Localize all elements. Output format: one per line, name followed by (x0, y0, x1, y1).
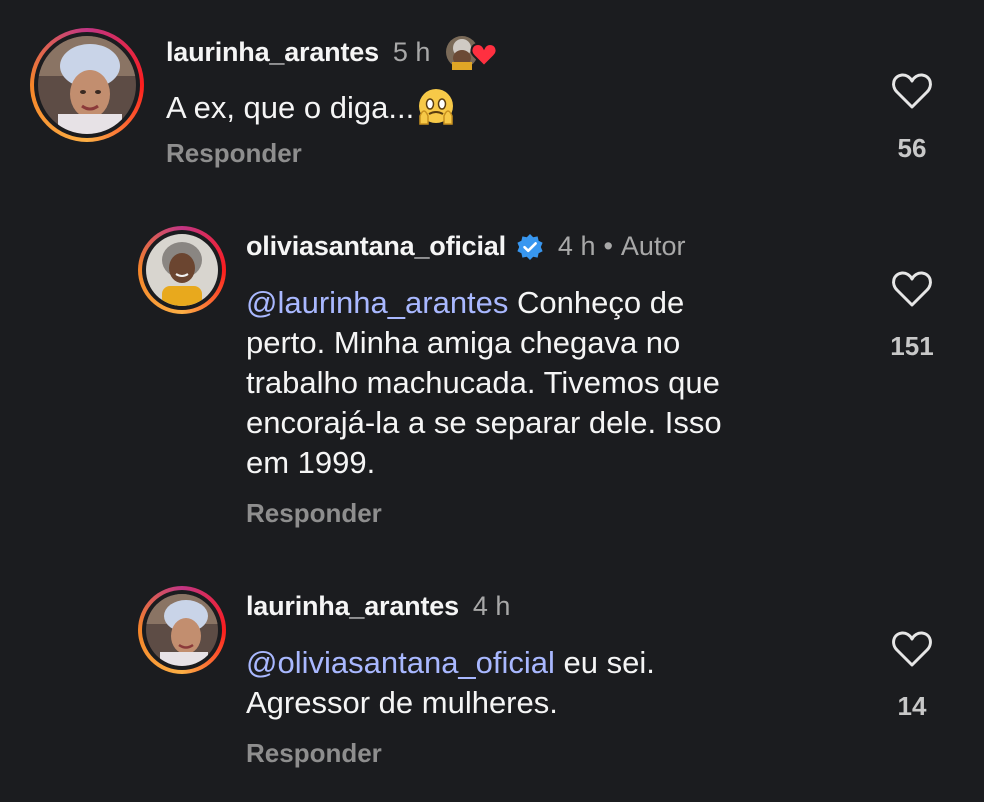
comment-text: @oliviasantana_oficial eu sei. Agressor … (246, 645, 655, 720)
like-count: 14 (897, 691, 927, 721)
reply-button[interactable]: Responder (246, 738, 382, 769)
mention-link[interactable]: @oliviasantana_oficial (246, 645, 555, 680)
like-control: 14 (882, 630, 942, 722)
avatar-ring[interactable] (138, 586, 226, 674)
comment-time: 4 h (472, 591, 511, 621)
avatar (146, 594, 218, 666)
comment-username[interactable]: laurinha_arantes (246, 591, 459, 622)
heart-outline-icon[interactable] (891, 630, 933, 673)
comment-3: laurinha_arantes 4 h @oliviasantana_ofic… (0, 0, 984, 802)
